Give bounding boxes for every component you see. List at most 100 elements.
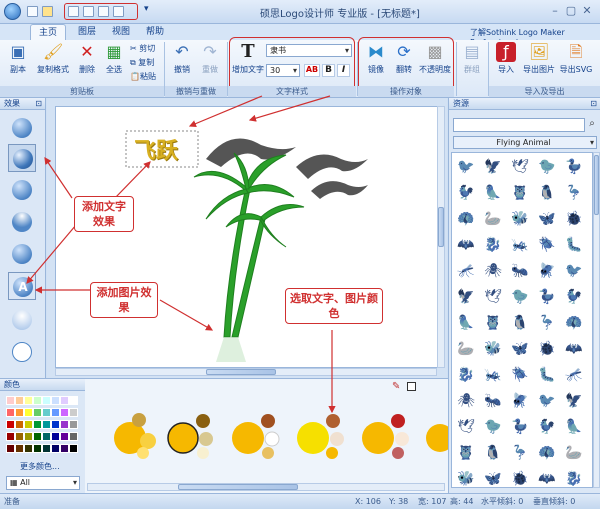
animal-shape-item[interactable]: 🐉 <box>564 469 584 487</box>
save-icon[interactable] <box>68 6 79 17</box>
animal-shape-item[interactable]: 🦇 <box>456 235 476 255</box>
color-swatch[interactable] <box>15 420 24 429</box>
color-swatch[interactable] <box>6 420 15 429</box>
animal-shape-item[interactable]: 🦟 <box>564 365 584 385</box>
select-all-button[interactable]: ▦ 全选 <box>100 42 128 84</box>
color-swatch[interactable] <box>15 408 24 417</box>
color-swatch[interactable] <box>60 396 69 405</box>
pin-icon[interactable]: ⊡ <box>590 98 600 110</box>
horizontal-scrollbar[interactable] <box>55 368 437 376</box>
animal-shape-item[interactable]: 🦅 <box>456 287 476 307</box>
color-swatch[interactable] <box>24 396 33 405</box>
color-swatch[interactable] <box>24 432 33 441</box>
design-canvas[interactable]: 飞跃 <box>55 106 440 368</box>
text-effect-icon[interactable]: AB <box>304 64 320 77</box>
color-swatch[interactable] <box>69 444 78 453</box>
animal-shape-item[interactable]: 🪲 <box>510 365 530 385</box>
color-filter-select[interactable]: ▦ All ▾ <box>6 476 80 490</box>
color-swatch[interactable] <box>33 396 42 405</box>
paste-button[interactable]: 📋粘贴 <box>130 71 156 83</box>
animal-shape-item[interactable]: 🪰 <box>510 391 530 411</box>
color-swatch[interactable] <box>24 444 33 453</box>
resource-scrollbar[interactable] <box>593 152 600 488</box>
flip-button[interactable]: ⟳ 翻转 <box>390 42 418 84</box>
color-swatch[interactable] <box>33 420 42 429</box>
current-color-swatch[interactable] <box>407 382 416 391</box>
new-icon[interactable] <box>27 6 38 17</box>
effect-item[interactable] <box>8 338 36 366</box>
color-swatch[interactable] <box>42 408 51 417</box>
scroll-thumb[interactable] <box>438 207 444 247</box>
animal-shape-item[interactable]: 🦉 <box>456 443 476 463</box>
color-swatch[interactable] <box>60 408 69 417</box>
customize-qa-icon[interactable]: ▾ <box>144 4 149 14</box>
eyedropper-icon[interactable]: ✎ <box>392 381 400 392</box>
animal-shape-item[interactable]: 🐞 <box>564 209 584 229</box>
animal-shape-item[interactable]: 🐛 <box>537 365 557 385</box>
animal-shape-item[interactable]: 🪰 <box>537 261 557 281</box>
animal-shape-item[interactable]: 🦉 <box>483 313 503 333</box>
animal-shape-item[interactable]: 🐉 <box>483 235 503 255</box>
animal-shape-item[interactable]: 🦩 <box>564 183 584 203</box>
copy-format-button[interactable]: 🖌 复制格式 <box>34 42 72 84</box>
color-swatch[interactable] <box>6 444 15 453</box>
resource-search-input[interactable] <box>453 118 585 132</box>
animal-shape-item[interactable]: 🐞 <box>537 339 557 359</box>
strip-scrollbar[interactable] <box>87 483 445 491</box>
color-swatch[interactable] <box>69 432 78 441</box>
animal-shape-item[interactable]: 🦋 <box>537 209 557 229</box>
effect-item[interactable] <box>8 114 36 142</box>
color-swatch[interactable] <box>15 396 24 405</box>
animal-shape-item[interactable]: 🦆 <box>564 157 584 177</box>
animal-shape-item[interactable]: 🕷 <box>483 261 503 281</box>
animal-shape-item[interactable]: 🕊 <box>456 417 476 437</box>
tab-home[interactable]: 主页 <box>30 24 67 40</box>
animal-shape-item[interactable]: 🦜 <box>483 183 503 203</box>
color-swatch[interactable] <box>15 444 24 453</box>
app-logo-icon[interactable] <box>4 3 21 20</box>
size-select[interactable]: 30 ▾ <box>266 64 300 77</box>
color-swatch[interactable] <box>69 396 78 405</box>
effect-item-selected[interactable] <box>8 144 36 172</box>
tab-help[interactable]: 帮助 <box>138 24 172 40</box>
animal-shape-item[interactable]: 🦗 <box>510 235 530 255</box>
animal-shape-item[interactable]: 🕊 <box>483 287 503 307</box>
maximize-button[interactable]: ▢ <box>564 4 578 18</box>
animal-shape-item[interactable]: 🐝 <box>483 339 503 359</box>
animal-shape-item[interactable]: 🦜 <box>564 417 584 437</box>
animal-shape-item[interactable]: 🦅 <box>564 391 584 411</box>
animal-shape-item[interactable]: 🐤 <box>510 287 530 307</box>
animal-shape-item[interactable]: 🦉 <box>510 183 530 203</box>
mirror-button[interactable]: ⧓ 镜像 <box>362 42 390 84</box>
redo-button[interactable]: ↷ 重做 <box>196 42 224 84</box>
animal-shape-item[interactable]: 🦢 <box>564 443 584 463</box>
animal-shape-item[interactable]: 🐜 <box>510 261 530 281</box>
color-swatch[interactable] <box>42 396 51 405</box>
tab-layers[interactable]: 图层 <box>70 24 104 40</box>
animal-shape-item[interactable]: 🐧 <box>537 183 557 203</box>
animal-shape-item[interactable]: 🐝 <box>456 469 476 487</box>
font-select[interactable]: 隶书 ▾ <box>266 44 352 57</box>
animal-shape-item[interactable]: 🐜 <box>483 391 503 411</box>
animal-shape-item[interactable]: 🦩 <box>537 313 557 333</box>
color-swatch[interactable] <box>69 408 78 417</box>
opacity-button[interactable]: ▩ 不透明度 <box>418 42 452 84</box>
animal-shape-item[interactable]: 🐉 <box>456 365 476 385</box>
animal-shape-item[interactable]: 🐞 <box>510 469 530 487</box>
effect-item[interactable] <box>8 240 36 268</box>
animal-shape-item[interactable]: 🐤 <box>483 417 503 437</box>
animal-shape-item[interactable]: 🐝 <box>510 209 530 229</box>
color-swatch[interactable] <box>24 408 33 417</box>
add-text-button[interactable]: T 增加文字 <box>232 42 264 84</box>
animal-shape-item[interactable]: 🦩 <box>510 443 530 463</box>
animal-shape-item[interactable]: 🦢 <box>456 339 476 359</box>
open-icon[interactable] <box>42 6 53 17</box>
animal-shape-item[interactable]: 🦚 <box>537 443 557 463</box>
export-svg-button[interactable]: 🗎 导出SVG <box>558 42 594 84</box>
animal-shape-item[interactable]: 🕷 <box>456 391 476 411</box>
color-swatch[interactable] <box>24 420 33 429</box>
quick-undo-icon[interactable] <box>98 6 109 17</box>
color-scheme-graphics[interactable] <box>85 393 448 483</box>
tab-view[interactable]: 视图 <box>104 24 138 40</box>
animal-shape-item[interactable]: 🦟 <box>456 261 476 281</box>
